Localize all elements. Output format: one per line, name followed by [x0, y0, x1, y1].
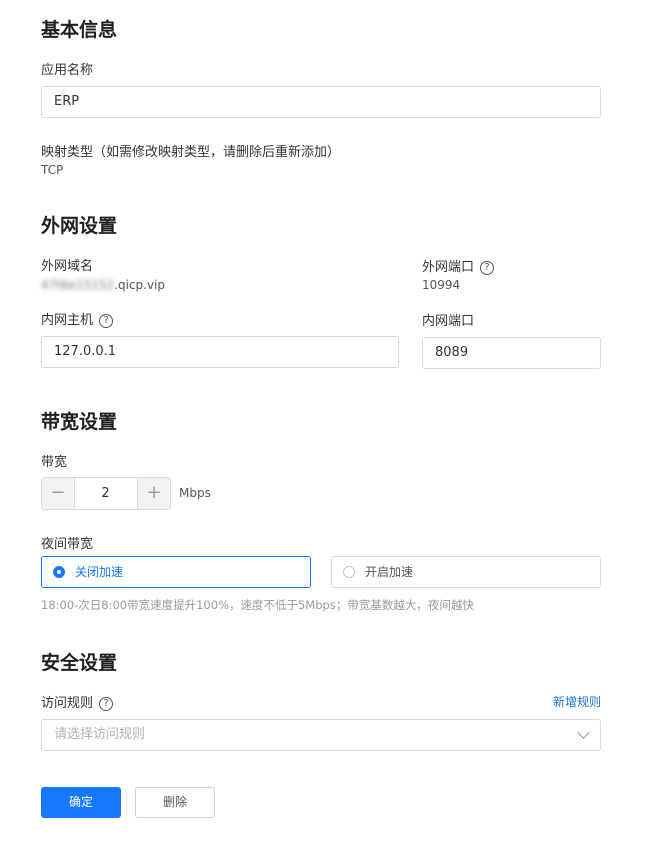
help-icon[interactable]: ?: [480, 261, 495, 275]
security-settings-title: 安全设置: [41, 652, 118, 674]
radio-option-off[interactable]: 关闭加速: [41, 556, 311, 588]
access-rule-select[interactable]: 请选择访问规则: [41, 719, 601, 751]
access-rule-placeholder: 请选择访问规则: [54, 727, 146, 742]
external-settings-title: 外网设置: [41, 215, 118, 237]
help-icon[interactable]: ?: [99, 697, 114, 711]
confirm-button[interactable]: 确定: [41, 787, 121, 818]
radio-option-on[interactable]: 开启加速: [331, 556, 601, 588]
external-port-label: 外网端口: [422, 260, 475, 275]
decrement-button[interactable]: −: [41, 477, 75, 510]
bandwidth-input[interactable]: 2: [74, 477, 137, 510]
radio-option-off-label: 关闭加速: [75, 565, 124, 579]
radio-option-on-label: 开启加速: [365, 565, 414, 579]
external-domain-label: 外网域名: [41, 259, 94, 274]
external-port-label-row: 外网端口?: [422, 256, 495, 275]
internal-port-label: 内网端口: [422, 314, 475, 329]
app-name-label: 应用名称: [41, 63, 94, 78]
access-rules-label: 访问规则: [41, 696, 94, 711]
access-rules-label-row: 访问规则?: [41, 692, 114, 711]
internal-port-input[interactable]: 8089: [422, 337, 601, 369]
help-icon[interactable]: ?: [99, 314, 114, 328]
domain-suffix: .qicp.vip: [114, 278, 166, 292]
night-bandwidth-hint: 18:00-次日8:00带宽速度提升100%，速度不低于5Mbps；带宽基数越大…: [41, 598, 474, 612]
add-rule-link[interactable]: 新增规则: [553, 693, 601, 710]
internal-host-input[interactable]: 127.0.0.1: [41, 336, 399, 368]
external-port-value: 10994: [422, 278, 461, 292]
radio-unchecked-icon: [343, 566, 355, 578]
mapping-type-value: TCP: [41, 163, 64, 177]
mapping-type-label: 映射类型（如需修改映射类型，请删除后重新添加）: [41, 145, 341, 160]
internal-host-label-row: 内网主机?: [41, 309, 114, 328]
radio-checked-icon: [53, 566, 65, 578]
night-bandwidth-label: 夜间带宽: [41, 537, 94, 552]
bandwidth-unit: Mbps: [179, 486, 211, 500]
delete-button[interactable]: 删除: [135, 787, 215, 818]
external-domain-value: 47t6e15152.qicp.vip: [41, 278, 165, 292]
increment-button[interactable]: +: [137, 477, 171, 510]
bandwidth-settings-title: 带宽设置: [41, 411, 118, 433]
basic-info-title: 基本信息: [41, 19, 118, 41]
bandwidth-label: 带宽: [41, 455, 68, 470]
domain-prefix-blurred: 47t6e15152: [41, 278, 115, 292]
chevron-down-icon: [577, 726, 590, 739]
internal-host-label: 内网主机: [41, 313, 94, 328]
app-name-input[interactable]: ERP: [41, 86, 601, 118]
